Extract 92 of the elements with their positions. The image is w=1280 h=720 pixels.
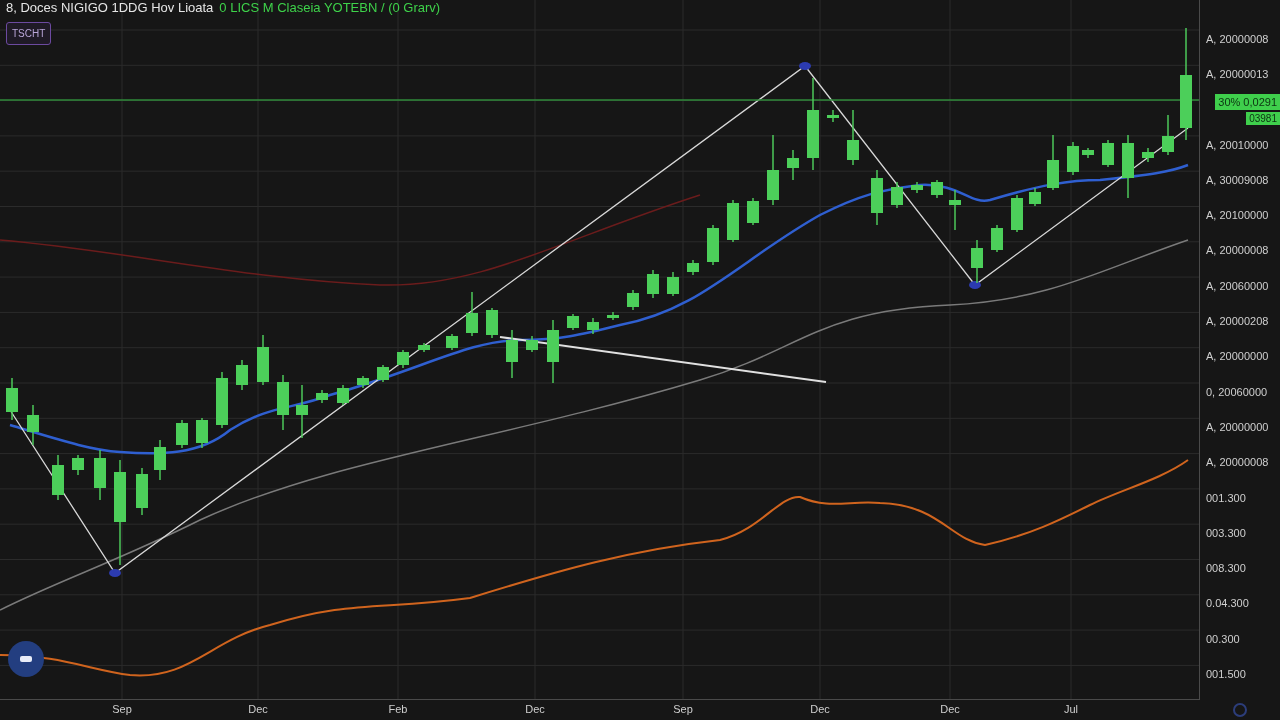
candlestick [607,311,619,321]
time-label: Feb [388,703,408,715]
time-label: Sep [673,703,693,715]
candlestick [707,224,719,266]
candlestick [357,375,369,389]
candlestick [1142,147,1154,163]
candlestick [891,181,903,209]
candlestick [787,149,799,181]
price-label: A, 20000008 [1205,32,1269,45]
candlestick [667,271,679,297]
candlestick [257,334,269,386]
pivot-marker [799,62,811,70]
price-label: A, 20100000 [1205,209,1269,222]
candlestick [1011,194,1023,233]
candlestick [446,333,458,351]
help-icon[interactable] [1233,703,1247,717]
candlestick [1162,114,1174,156]
candlestick [337,384,349,406]
candlestick [627,289,639,311]
candlestick [1082,147,1094,159]
price-label: 0.04.300 [1205,597,1249,610]
candlestick [1122,134,1134,199]
candlestick [1102,139,1114,168]
candlestick [296,384,308,439]
symbol-button[interactable]: TSCHT [6,22,52,45]
candlestick [154,439,166,481]
time-label: Dec [940,703,960,715]
candlestick [567,313,579,331]
candlestick [27,404,39,446]
candlestick [687,259,699,276]
chart-subtitle: 0 LICS M Claseia YOTEBN / (0 Grarv) [219,0,441,16]
price-label: 001.500 [1205,668,1246,680]
price-label: A, 20060000 [1205,279,1269,292]
candlestick [136,467,148,516]
price-label: 008.300 [1205,562,1246,575]
chart-title: 8, Doces NIGIGO 1DDG Hov Lioata [6,0,214,16]
price-label: A, 20000000 [1205,420,1269,433]
candlestick [6,377,18,421]
candlestick [911,181,923,194]
candlestick [466,291,478,337]
price-label: A, 20000008 [1205,244,1269,257]
pivot-marker [969,281,981,289]
price-tag: 03981 [1246,111,1280,125]
price-label: 003.300 [1205,526,1246,539]
candlestick [486,307,498,339]
time-label: Dec [525,703,545,715]
candlestick [1067,141,1079,176]
price-tag: 30% 0,0291 [1215,93,1280,110]
candlestick [931,179,943,199]
candlestick [949,189,961,231]
candlestick [377,364,389,383]
circle-logo-icon [8,641,44,677]
candlestick [847,109,859,166]
candlestick [991,224,1003,253]
price-label: 0, 20060000 [1205,385,1268,398]
candlestick [72,454,84,476]
pivot-marker [109,569,121,577]
time-label: Dec [248,703,268,715]
price-label: A, 20000013 [1205,67,1269,80]
candlestick [277,374,289,431]
candlestick [1029,187,1041,207]
price-label: A, 20000000 [1205,350,1269,363]
price-label: A, 20010000 [1205,138,1269,151]
candlestick [506,329,518,379]
time-label: Jul [1063,703,1079,715]
candlestick [176,419,188,449]
candlestick [196,417,208,449]
price-label: A, 20000208 [1205,315,1269,327]
candlestick [94,449,106,501]
candlestick [747,197,759,226]
price-label: 00.300 [1205,632,1240,645]
candlestick [547,319,559,384]
candlestick [216,371,228,429]
time-label: Dec [810,703,830,715]
time-label: Sep [112,703,132,715]
candlestick [236,359,248,391]
candlestick [397,349,409,369]
candlestick [1047,134,1059,191]
price-label: A, 30009008 [1205,173,1269,186]
candlestick [871,169,883,226]
candlestick [971,239,983,284]
candlestick [587,317,599,335]
price-label: 001.300 [1205,491,1246,504]
candlestick [767,134,779,206]
candlestick [647,269,659,299]
candlestick [316,389,328,404]
candlestick [526,335,538,353]
price-label: A, 20000008 [1205,456,1269,469]
candlestick [52,454,64,501]
candlestick [727,199,739,243]
candlestick [418,342,430,353]
candlestick [827,109,839,123]
